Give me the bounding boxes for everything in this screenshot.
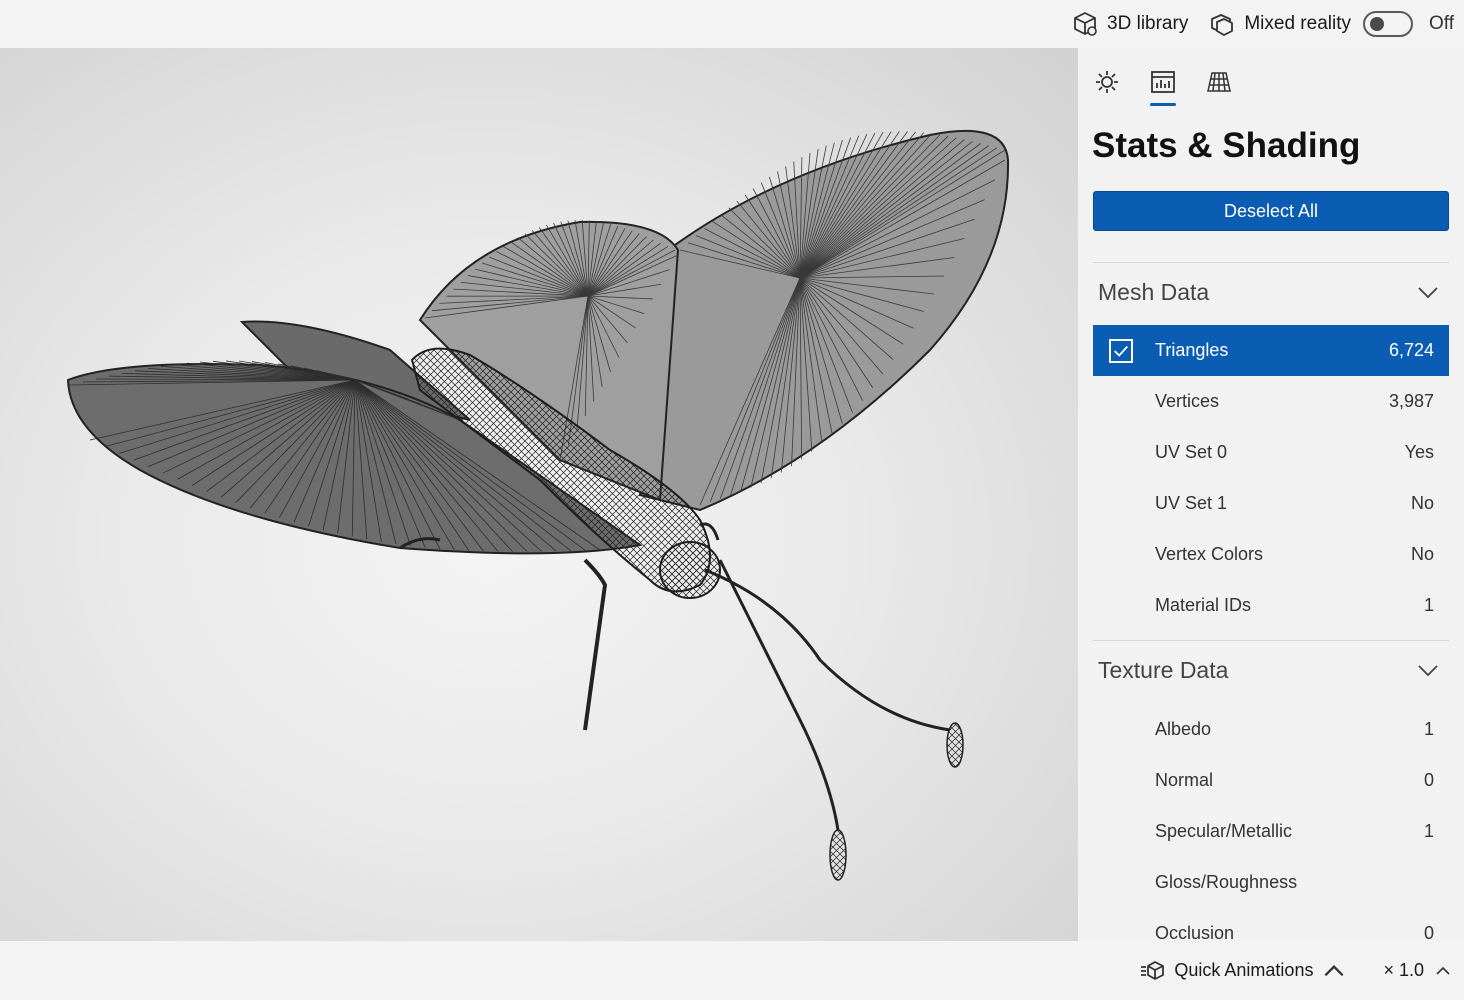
row-label: UV Set 1 — [1155, 493, 1228, 513]
checkbox-checked-icon[interactable] — [1109, 338, 1133, 363]
mesh-data-header[interactable]: Mesh Data — [1093, 267, 1449, 317]
mesh-row-uv-set-0[interactable]: UV Set 0 Yes — [1093, 427, 1449, 478]
row-value: Yes — [1404, 442, 1434, 462]
chevron-up-icon — [1436, 966, 1450, 975]
bottom-bar: Quick Animations × 1.0 — [0, 941, 1464, 1000]
tab-grid[interactable] — [1204, 62, 1234, 102]
row-label: Vertex Colors — [1155, 544, 1264, 564]
row-label: Normal — [1155, 770, 1214, 790]
divider — [1093, 262, 1449, 263]
stats-shading-panel: Stats & Shading Deselect All Mesh Data T… — [1078, 48, 1464, 941]
texture-data-heading: Texture Data — [1098, 656, 1229, 683]
row-value: 1 — [1423, 595, 1434, 615]
3d-viewport[interactable] — [0, 48, 1078, 941]
row-value: 3,987 — [1388, 391, 1434, 411]
row-label: Specular/Metallic — [1155, 821, 1293, 841]
row-value: No — [1410, 544, 1434, 564]
row-value: 1 — [1423, 821, 1434, 841]
deselect-all-button[interactable]: Deselect All — [1093, 191, 1449, 231]
mesh-row-material-ids[interactable]: Material IDs 1 — [1093, 580, 1449, 631]
grid-icon — [1207, 72, 1231, 92]
row-value: 1 — [1423, 719, 1434, 739]
playback-speed-button[interactable]: × 1.0 — [1383, 960, 1452, 981]
mixed-reality-state: Off — [1429, 13, 1454, 34]
divider — [1093, 640, 1449, 641]
tab-lighting[interactable] — [1092, 62, 1122, 102]
tab-stats[interactable] — [1148, 62, 1178, 106]
top-bar: 3D library Mixed reality Off — [0, 0, 1464, 48]
butterfly-wireframe-model — [66, 129, 1010, 881]
animation-cube-icon — [1141, 960, 1165, 980]
chevron-down-icon — [1418, 665, 1438, 677]
row-label: Vertices — [1155, 391, 1220, 411]
panel-title: Stats & Shading — [1092, 126, 1361, 165]
mixed-reality-button[interactable]: Mixed reality — [1208, 10, 1351, 38]
lighting-icon — [1096, 71, 1118, 93]
stats-icon — [1151, 71, 1175, 93]
mixed-reality-icon — [1211, 14, 1234, 36]
texture-row-gloss-roughness[interactable]: Gloss/Roughness — [1093, 857, 1449, 908]
mesh-row-vertices[interactable]: Vertices 3,987 — [1093, 376, 1449, 427]
chevron-down-icon — [1418, 287, 1438, 299]
quick-animations-label: Quick Animations — [1174, 960, 1314, 980]
row-value: 6,724 — [1388, 340, 1434, 360]
texture-row-albedo[interactable]: Albedo 1 — [1093, 704, 1449, 755]
mesh-row-triangles[interactable]: Triangles 6,724 — [1093, 325, 1449, 376]
texture-data-header[interactable]: Texture Data — [1093, 645, 1449, 695]
row-label: Occlusion — [1155, 923, 1235, 941]
3d-library-button[interactable]: 3D library — [1071, 10, 1188, 38]
row-value: 0 — [1423, 923, 1434, 941]
row-label: Material IDs — [1155, 595, 1252, 615]
texture-row-specular-metallic[interactable]: Specular/Metallic 1 — [1093, 806, 1449, 857]
row-label: Gloss/Roughness — [1155, 872, 1298, 892]
3d-cube-icon — [1074, 12, 1097, 36]
texture-row-normal[interactable]: Normal 0 — [1093, 755, 1449, 806]
chevron-up-icon — [1324, 964, 1344, 976]
row-label: Triangles — [1155, 340, 1229, 360]
playback-speed-label: × 1.0 — [1383, 960, 1424, 980]
row-label: Albedo — [1155, 719, 1212, 739]
mesh-row-vertex-colors[interactable]: Vertex Colors No — [1093, 529, 1449, 580]
texture-row-occlusion[interactable]: Occlusion 0 — [1093, 908, 1449, 941]
panel-tabs — [1092, 62, 1234, 112]
toggle-knob — [1370, 17, 1384, 31]
row-label: UV Set 0 — [1155, 442, 1228, 462]
mixed-reality-toggle[interactable] — [1363, 11, 1413, 37]
3d-library-label: 3D library — [1107, 13, 1189, 34]
mesh-data-heading: Mesh Data — [1098, 278, 1210, 305]
row-value: 0 — [1423, 770, 1434, 790]
mesh-row-uv-set-1[interactable]: UV Set 1 No — [1093, 478, 1449, 529]
quick-animations-button[interactable]: Quick Animations — [1140, 958, 1347, 984]
mixed-reality-label: Mixed reality — [1244, 13, 1351, 34]
row-value: No — [1410, 493, 1434, 513]
